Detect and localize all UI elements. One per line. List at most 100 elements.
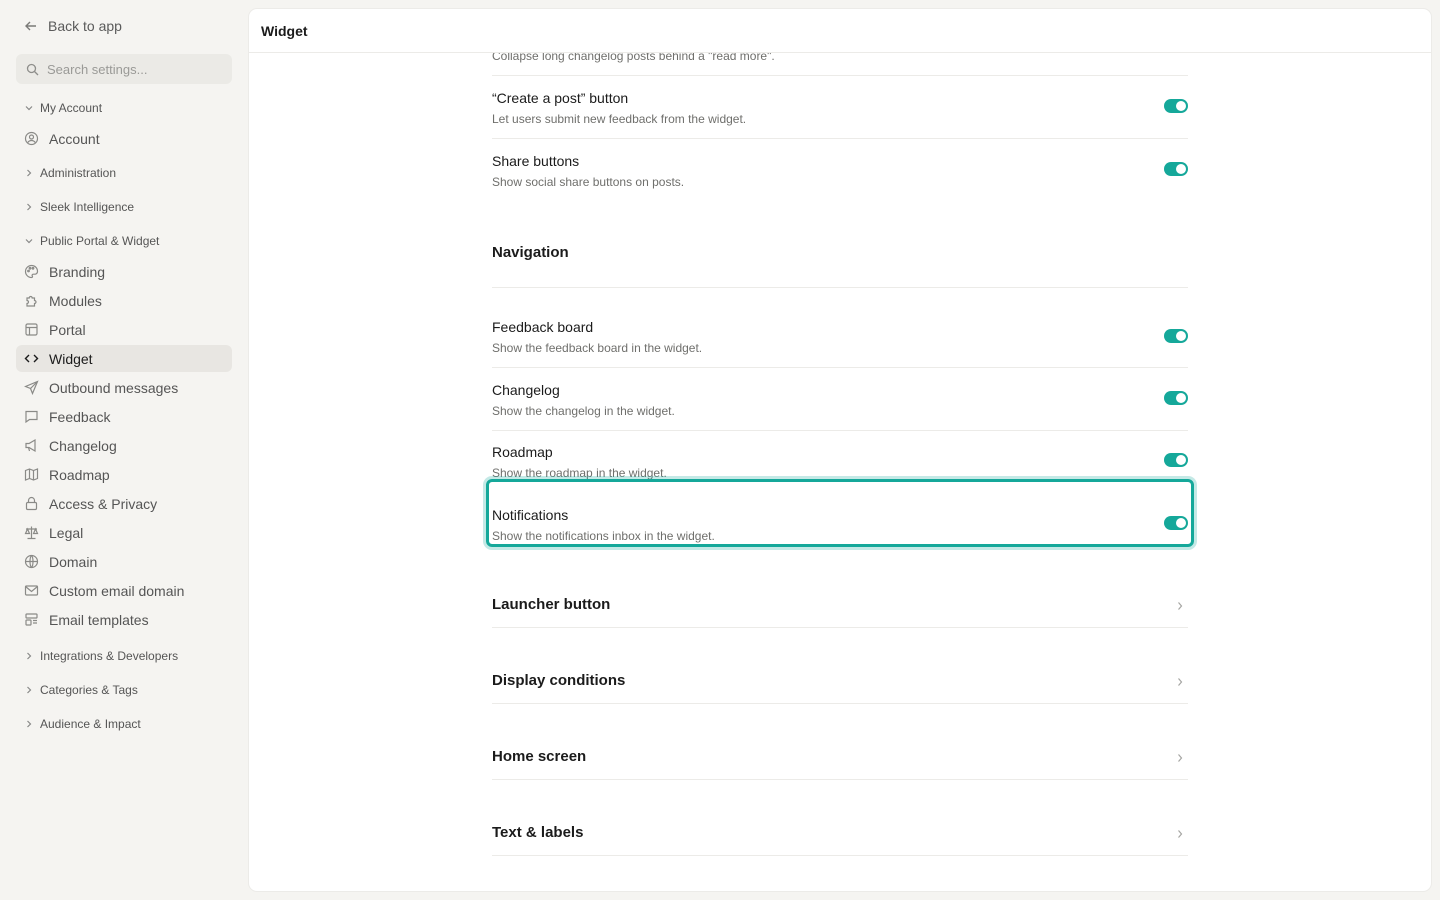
group-integrations[interactable]: Integrations & Developers bbox=[16, 639, 232, 673]
sidebar-item-branding[interactable]: Branding bbox=[16, 258, 232, 285]
sidebar-item-domain[interactable]: Domain bbox=[16, 548, 232, 575]
sidebar-item-label: Widget bbox=[49, 350, 93, 367]
sidebar-item-widget[interactable]: Widget bbox=[16, 345, 232, 372]
feedback-board-toggle[interactable] bbox=[1164, 329, 1188, 343]
chevron-down-icon bbox=[24, 236, 34, 246]
chevron-right-icon bbox=[24, 168, 34, 178]
settings-sidebar: Back to app My Account Account Administr… bbox=[0, 0, 248, 900]
chevron-right-icon bbox=[24, 719, 34, 729]
back-to-app-link[interactable]: Back to app bbox=[16, 10, 232, 42]
sidebar-item-label: Portal bbox=[49, 321, 86, 338]
settings-content: Collapse long changelog posts behind a "… bbox=[492, 53, 1188, 856]
map-icon bbox=[24, 467, 39, 482]
megaphone-icon bbox=[24, 438, 39, 453]
sidebar-item-access-privacy[interactable]: Access & Privacy bbox=[16, 490, 232, 517]
sidebar-item-feedback[interactable]: Feedback bbox=[16, 403, 232, 430]
setting-title: “Create a post” button bbox=[492, 90, 629, 106]
setting-description: Show the changelog in the widget. bbox=[492, 404, 675, 418]
sidebar-item-roadmap[interactable]: Roadmap bbox=[16, 461, 232, 488]
group-my-account[interactable]: My Account bbox=[16, 91, 232, 125]
share-buttons-toggle[interactable] bbox=[1164, 162, 1188, 176]
template-icon bbox=[24, 612, 39, 627]
layout-icon bbox=[24, 322, 39, 337]
sidebar-item-legal[interactable]: Legal bbox=[16, 519, 232, 546]
setting-description: Collapse long changelog posts behind a "… bbox=[492, 53, 775, 63]
setting-description: Let users submit new feedback from the w… bbox=[492, 112, 747, 126]
search-input[interactable] bbox=[47, 61, 227, 77]
sidebar-item-label: Modules bbox=[49, 292, 102, 309]
mail-icon bbox=[24, 583, 39, 598]
section-title: Display conditions bbox=[492, 672, 626, 689]
setting-row-create-post: “Create a post” button Let users submit … bbox=[492, 76, 1188, 139]
setting-row-feedback-board: Feedback board Show the feedback board i… bbox=[492, 288, 1188, 368]
sidebar-item-label: Account bbox=[49, 130, 100, 147]
section-title: Navigation bbox=[492, 244, 569, 261]
message-square-icon bbox=[24, 409, 39, 424]
sidebar-item-label: Branding bbox=[49, 263, 106, 280]
sidebar-item-label: Feedback bbox=[49, 408, 111, 425]
sidebar-item-email-templates[interactable]: Email templates bbox=[16, 606, 232, 633]
settings-main-panel: Widget Collapse long changelog posts beh… bbox=[249, 9, 1431, 891]
chevron-down-icon bbox=[24, 103, 34, 113]
sidebar-item-label: Roadmap bbox=[49, 466, 110, 483]
changelog-toggle[interactable] bbox=[1164, 391, 1188, 405]
section-launcher-button[interactable]: Launcher button bbox=[492, 556, 1188, 628]
chevron-right-icon bbox=[1176, 601, 1184, 611]
lock-icon bbox=[24, 496, 39, 511]
globe-icon bbox=[24, 554, 39, 569]
section-text-labels[interactable]: Text & labels bbox=[492, 780, 1188, 856]
chevron-right-icon bbox=[24, 202, 34, 212]
notifications-focus-highlight bbox=[486, 479, 1194, 547]
navigation-section-header: Navigation bbox=[492, 202, 1188, 288]
group-sleek-intelligence[interactable]: Sleek Intelligence bbox=[16, 190, 232, 224]
group-label: Public Portal & Widget bbox=[40, 234, 160, 248]
sidebar-item-portal[interactable]: Portal bbox=[16, 316, 232, 343]
group-label: My Account bbox=[40, 101, 103, 115]
sidebar-item-changelog[interactable]: Changelog bbox=[16, 432, 232, 459]
scale-icon bbox=[24, 525, 39, 540]
setting-description: Show the feedback board in the widget. bbox=[492, 341, 703, 355]
setting-description: Show social share buttons on posts. bbox=[492, 175, 685, 189]
group-audience-impact[interactable]: Audience & Impact bbox=[16, 707, 232, 741]
search-box[interactable] bbox=[16, 54, 232, 84]
setting-title: Feedback board bbox=[492, 319, 594, 335]
section-title: Launcher button bbox=[492, 596, 611, 613]
group-administration[interactable]: Administration bbox=[16, 156, 232, 190]
palette-icon bbox=[24, 264, 39, 279]
puzzle-icon bbox=[24, 293, 39, 308]
arrow-left-icon bbox=[24, 19, 38, 33]
section-title: Home screen bbox=[492, 748, 587, 765]
sidebar-item-label: Email templates bbox=[49, 611, 149, 628]
chevron-right-icon bbox=[1176, 677, 1184, 687]
sidebar-item-label: Custom email domain bbox=[49, 582, 185, 599]
user-circle-icon bbox=[24, 131, 39, 146]
create-post-toggle[interactable] bbox=[1164, 99, 1188, 113]
group-label: Integrations & Developers bbox=[40, 649, 179, 663]
section-title: Text & labels bbox=[492, 824, 584, 841]
sidebar-item-modules[interactable]: Modules bbox=[16, 287, 232, 314]
group-public-portal[interactable]: Public Portal & Widget bbox=[16, 224, 232, 258]
sidebar-item-outbound-messages[interactable]: Outbound messages bbox=[16, 374, 232, 401]
setting-row-collapse: Collapse long changelog posts behind a "… bbox=[492, 53, 1188, 76]
roadmap-toggle[interactable] bbox=[1164, 453, 1188, 467]
code-icon bbox=[24, 351, 39, 366]
group-label: Categories & Tags bbox=[40, 683, 138, 697]
back-label: Back to app bbox=[48, 18, 122, 34]
page-title: Widget bbox=[249, 9, 1431, 53]
sidebar-item-label: Legal bbox=[49, 524, 84, 541]
group-label: Sleek Intelligence bbox=[40, 200, 135, 214]
sidebar-item-label: Outbound messages bbox=[49, 379, 179, 396]
sidebar-item-label: Access & Privacy bbox=[49, 495, 158, 512]
setting-title: Roadmap bbox=[492, 444, 553, 460]
group-categories-tags[interactable]: Categories & Tags bbox=[16, 673, 232, 707]
sidebar-item-custom-email-domain[interactable]: Custom email domain bbox=[16, 577, 232, 604]
sidebar-item-label: Domain bbox=[49, 553, 98, 570]
section-display-conditions[interactable]: Display conditions bbox=[492, 628, 1188, 704]
group-label: Administration bbox=[40, 166, 117, 180]
sidebar-item-account[interactable]: Account bbox=[16, 125, 232, 152]
setting-row-changelog: Changelog Show the changelog in the widg… bbox=[492, 368, 1188, 431]
section-home-screen[interactable]: Home screen bbox=[492, 704, 1188, 780]
sidebar-item-label: Changelog bbox=[49, 437, 117, 454]
setting-title: Share buttons bbox=[492, 153, 580, 169]
chevron-right-icon bbox=[24, 651, 34, 661]
